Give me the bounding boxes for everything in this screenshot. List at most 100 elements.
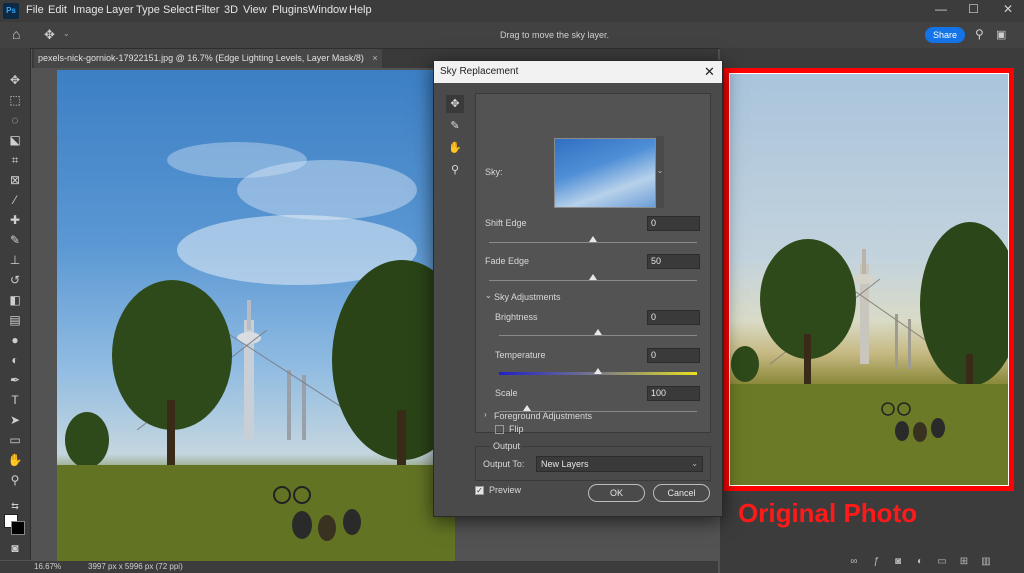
foreground-adjustments-chevron-icon[interactable]: ›	[484, 410, 487, 419]
background-color-swatch[interactable]	[11, 521, 25, 535]
workspace-icon[interactable]: ▣	[996, 28, 1006, 41]
ok-button[interactable]: OK	[588, 484, 645, 502]
options-bar: ⌂ ✥ ⌄ Drag to move the sky layer. Share …	[0, 22, 1024, 49]
home-icon[interactable]: ⌂	[12, 26, 20, 42]
fade-edge-slider[interactable]	[489, 280, 697, 281]
quick-mask-icon[interactable]: ◙	[7, 540, 23, 556]
fade-edge-slider-thumb[interactable]	[589, 274, 597, 280]
new-layer-icon[interactable]: ⊞	[958, 556, 970, 568]
sky-adjustments-chevron-icon[interactable]: ⌄	[485, 291, 492, 300]
menu-layer[interactable]: Layer	[106, 4, 134, 16]
menu-image[interactable]: Image	[73, 4, 104, 16]
original-photo-label: Original Photo	[738, 498, 918, 528]
sky-label: Sky:	[485, 167, 503, 177]
pen-tool-icon[interactable]: ✒	[7, 372, 23, 388]
temperature-label: Temperature	[495, 350, 546, 360]
sky-replacement-dialog: Sky Replacement ✕ ✥ ✎ ✋ ⚲ Sky: ⌄ Shift E…	[433, 60, 723, 517]
brightness-slider[interactable]	[499, 335, 697, 336]
type-tool-icon[interactable]: T	[7, 392, 23, 408]
clone-stamp-icon[interactable]: ⊥	[7, 252, 23, 268]
lasso-tool-icon[interactable]: ◌	[7, 112, 23, 128]
path-select-icon[interactable]: ➤	[7, 412, 23, 428]
fade-edge-field[interactable]: 50	[647, 254, 700, 269]
shift-edge-field[interactable]: 0	[647, 216, 700, 231]
new-group-icon[interactable]: ▭	[936, 556, 948, 568]
foreground-adjustments-header[interactable]: Foreground Adjustments	[494, 411, 592, 421]
tool-hint: Drag to move the sky layer.	[500, 30, 610, 40]
output-to-label: Output To:	[483, 459, 525, 469]
scale-label: Scale	[495, 388, 518, 398]
document-canvas[interactable]	[57, 70, 455, 562]
flip-label: Flip	[509, 424, 524, 434]
hand-tool-icon[interactable]: ✋	[7, 452, 23, 468]
dialog-title-bar[interactable]: Sky Replacement ✕	[434, 61, 722, 83]
chevron-down-icon[interactable]: ⌄	[63, 29, 70, 38]
status-bar: 16.67% 3997 px x 5996 px (72 ppi)	[0, 561, 718, 573]
preview-label: Preview	[489, 485, 522, 495]
brightness-slider-thumb[interactable]	[594, 329, 602, 335]
eyedropper-tool-icon[interactable]: ⁄	[7, 192, 23, 208]
menu-bar: Ps File Edit Image Layer Type Select Fil…	[0, 0, 1024, 22]
link-layers-icon[interactable]: ∞	[848, 556, 860, 568]
fx-icon[interactable]: ƒ	[870, 556, 882, 568]
sky-preset-thumbnail[interactable]	[554, 138, 656, 208]
share-button[interactable]: Share	[925, 27, 965, 43]
menu-file[interactable]: File	[26, 4, 44, 16]
sky-dropdown-chevron-icon[interactable]: ⌄	[656, 136, 664, 208]
adjustment-layer-icon[interactable]: ◐	[914, 556, 926, 568]
hand-tool-icon[interactable]: ✋	[446, 139, 464, 157]
menu-help[interactable]: Help	[349, 4, 372, 16]
sky-adjustments-header[interactable]: Sky Adjustments	[494, 292, 561, 302]
close-window-icon[interactable]: ✕	[1003, 2, 1013, 16]
swap-colors-icon[interactable]: ⇆	[7, 498, 23, 514]
delete-layer-icon[interactable]: ▥	[980, 556, 992, 568]
zoom-tool-icon[interactable]: ⚲	[446, 161, 464, 179]
preview-checkbox[interactable]: ✓	[475, 486, 484, 495]
sky-move-tool-icon[interactable]: ✥	[446, 95, 464, 113]
menu-plugins[interactable]: Plugins	[272, 4, 308, 16]
crop-tool-icon[interactable]: ⌗	[7, 152, 23, 168]
history-brush-icon[interactable]: ↺	[7, 272, 23, 288]
menu-type[interactable]: Type	[136, 4, 160, 16]
frame-tool-icon[interactable]: ⊠	[7, 172, 23, 188]
temperature-slider-thumb[interactable]	[594, 368, 602, 374]
minimize-icon[interactable]: —	[935, 2, 947, 16]
gradient-tool-icon[interactable]: ▤	[7, 312, 23, 328]
document-tab[interactable]: pexels-nick-gorniok-17922151.jpg @ 16.7%…	[34, 49, 382, 68]
menu-select[interactable]: Select	[163, 4, 194, 16]
close-tab-icon[interactable]: ×	[372, 53, 377, 63]
close-icon[interactable]: ✕	[704, 64, 715, 80]
menu-window[interactable]: Window	[308, 4, 347, 16]
move-tool-icon[interactable]: ✥	[7, 72, 23, 88]
menu-filter[interactable]: Filter	[195, 4, 219, 16]
scale-field[interactable]: 100	[647, 386, 700, 401]
move-tool-icon[interactable]: ✥	[44, 27, 55, 43]
menu-3d[interactable]: 3D	[224, 4, 238, 16]
sky-brush-tool-icon[interactable]: ✎	[446, 117, 464, 135]
brightness-field[interactable]: 0	[647, 310, 700, 325]
brush-tool-icon[interactable]: ✎	[7, 232, 23, 248]
zoom-level[interactable]: 16.67%	[34, 562, 61, 571]
menu-view[interactable]: View	[243, 4, 267, 16]
rectangle-tool-icon[interactable]: ▭	[7, 432, 23, 448]
marquee-tool-icon[interactable]: ⬚	[7, 92, 23, 108]
healing-brush-icon[interactable]: ✚	[7, 212, 23, 228]
cancel-button[interactable]: Cancel	[653, 484, 710, 502]
output-to-select[interactable]: New Layers ⌄	[536, 456, 703, 472]
shift-edge-slider-thumb[interactable]	[589, 236, 597, 242]
output-to-value: New Layers	[541, 459, 589, 469]
shift-edge-slider[interactable]	[489, 242, 697, 243]
tools-panel: ✥ ⬚ ◌ ⬕ ⌗ ⊠ ⁄ ✚ ✎ ⊥ ↺ ◧ ▤ ● ◐ ✒ T ➤ ▭ ✋ …	[0, 48, 31, 560]
eraser-tool-icon[interactable]: ◧	[7, 292, 23, 308]
flip-checkbox[interactable]	[495, 425, 504, 434]
dodge-tool-icon[interactable]: ◐	[7, 352, 23, 368]
maximize-icon[interactable]: ☐	[968, 2, 979, 16]
fade-edge-label: Fade Edge	[485, 256, 530, 266]
add-mask-icon[interactable]: ◙	[892, 556, 904, 568]
object-select-tool-icon[interactable]: ⬕	[7, 132, 23, 148]
temperature-field[interactable]: 0	[647, 348, 700, 363]
menu-edit[interactable]: Edit	[48, 4, 67, 16]
blur-tool-icon[interactable]: ●	[7, 332, 23, 348]
search-icon[interactable]: ⚲	[975, 27, 984, 41]
zoom-tool-icon[interactable]: ⚲	[7, 472, 23, 488]
